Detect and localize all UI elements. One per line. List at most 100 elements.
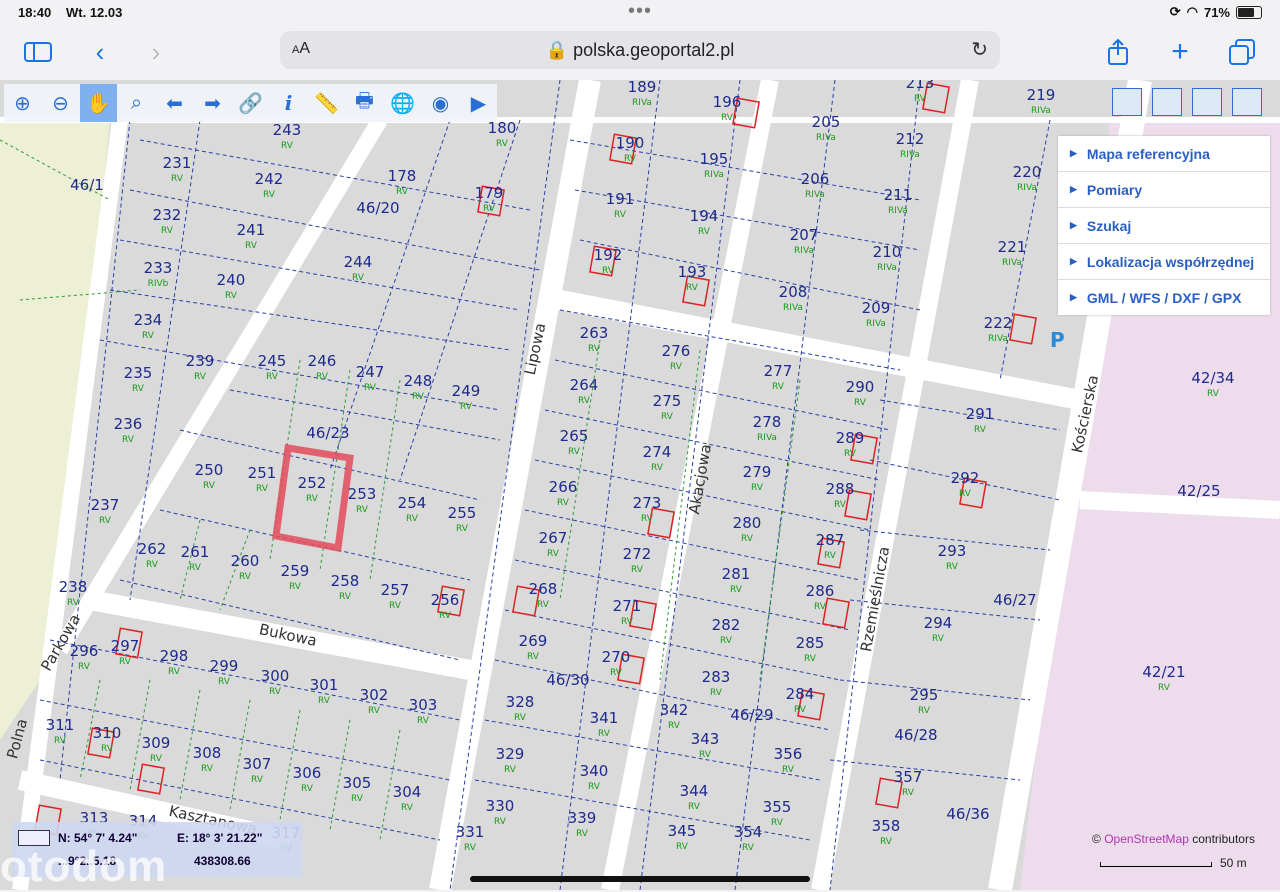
osm-link[interactable]: OpenStreetMap — [1104, 832, 1189, 846]
parcel-number-345[interactable]: 345 — [668, 822, 697, 840]
parcel-number-310[interactable]: 310 — [93, 724, 122, 742]
address-bar[interactable]: AA 🔒 polska.geoportal2.pl ↻ — [280, 31, 1000, 69]
measure-ruler-icon[interactable]: 📏 — [308, 84, 345, 122]
parcel-number-285[interactable]: 285 — [796, 634, 825, 652]
parcel-number-296[interactable]: 296 — [70, 642, 99, 660]
parcel-number-261[interactable]: 261 — [181, 543, 210, 561]
parcel-number-46-30[interactable]: 46/30 — [546, 671, 589, 689]
parcel-number-273[interactable]: 273 — [633, 494, 662, 512]
parcel-number-209[interactable]: 209 — [862, 299, 891, 317]
new-tab-icon[interactable]: + — [1164, 35, 1196, 68]
parcel-number-222[interactable]: 222 — [984, 314, 1013, 332]
parcel-number-295[interactable]: 295 — [910, 686, 939, 704]
home-indicator[interactable] — [470, 876, 810, 882]
layout-right-icon[interactable] — [1232, 88, 1262, 116]
parcel-number-330[interactable]: 330 — [486, 797, 515, 815]
parcel-number-190[interactable]: 190 — [616, 134, 645, 152]
parcel-number-304[interactable]: 304 — [393, 783, 422, 801]
parcel-number-259[interactable]: 259 — [281, 562, 310, 580]
parcel-number-291[interactable]: 291 — [966, 405, 995, 423]
zoom-box-icon[interactable]: ⌕ — [118, 84, 155, 122]
parcel-number-265[interactable]: 265 — [560, 427, 589, 445]
parcel-number-232[interactable]: 232 — [153, 206, 182, 224]
parcel-number-342[interactable]: 342 — [660, 701, 689, 719]
parcel-number-258[interactable]: 258 — [331, 572, 360, 590]
menu-item-szukaj[interactable]: ▶ Szukaj — [1058, 208, 1270, 244]
parcel-number-279[interactable]: 279 — [743, 463, 772, 481]
parcel-number-189[interactable]: 189 — [628, 80, 657, 96]
parcel-number-46-29[interactable]: 46/29 — [730, 706, 773, 724]
parcel-number-179[interactable]: 179 — [475, 184, 504, 202]
parcel-number-246[interactable]: 246 — [308, 352, 337, 370]
reload-icon[interactable]: ↻ — [971, 37, 988, 62]
parcel-number-289[interactable]: 289 — [836, 429, 865, 447]
parcel-number-311[interactable]: 311 — [46, 716, 75, 734]
back-arrow-icon[interactable]: ⬅ — [156, 84, 193, 122]
parcel-number-272[interactable]: 272 — [623, 545, 652, 563]
parcel-number-244[interactable]: 244 — [344, 253, 373, 271]
parcel-number-292[interactable]: 292 — [951, 469, 980, 487]
video-camera-icon[interactable]: ▶ — [460, 84, 497, 122]
parcel-number-234[interactable]: 234 — [134, 311, 163, 329]
parcel-number-283[interactable]: 283 — [702, 668, 731, 686]
parcel-number-264[interactable]: 264 — [570, 376, 599, 394]
map-view[interactable]: 243 RV 180 RV 189 RIVa 196 RV 205 RIVa 212 RIVa 213 R… — [0, 80, 1280, 890]
parcel-number-192[interactable]: 192 — [594, 246, 623, 264]
parcel-number-211[interactable]: 211 — [884, 186, 913, 204]
parcel-number-42-25[interactable]: 42/25 — [1177, 482, 1220, 500]
parcel-number-305[interactable]: 305 — [343, 774, 372, 792]
parcel-number-241[interactable]: 241 — [237, 221, 266, 239]
parcel-number-356[interactable]: 356 — [774, 745, 803, 763]
parcel-number-278[interactable]: 278 — [753, 413, 782, 431]
parcel-number-268[interactable]: 268 — [529, 580, 558, 598]
parcel-number-298[interactable]: 298 — [160, 647, 189, 665]
parcel-number-233[interactable]: 233 — [144, 259, 173, 277]
layout-top-icon[interactable] — [1112, 88, 1142, 116]
parcel-number-242[interactable]: 242 — [255, 170, 284, 188]
parcel-number-282[interactable]: 282 — [712, 616, 741, 634]
parcel-number-46-27[interactable]: 46/27 — [993, 591, 1036, 609]
parcel-number-300[interactable]: 300 — [261, 667, 290, 685]
parcel-number-281[interactable]: 281 — [722, 565, 751, 583]
parcel-number-42-21[interactable]: 42/21 — [1142, 663, 1185, 681]
parcel-number-257[interactable]: 257 — [381, 581, 410, 599]
parcel-number-210[interactable]: 210 — [873, 243, 902, 261]
parcel-number-290[interactable]: 290 — [846, 378, 875, 396]
menu-item-lokalizacja[interactable]: ▶ Lokalizacja współrzędnej — [1058, 244, 1270, 280]
parcel-number-355[interactable]: 355 — [763, 798, 792, 816]
forward-arrow-icon[interactable]: ➡ — [194, 84, 231, 122]
target-icon[interactable]: ◉ — [422, 84, 459, 122]
parcel-number-253[interactable]: 253 — [348, 485, 377, 503]
parcel-number-212[interactable]: 212 — [896, 130, 925, 148]
parcel-number-46-1[interactable]: 46/1 — [70, 176, 104, 194]
parcel-number-251[interactable]: 251 — [248, 464, 277, 482]
parcel-number-341[interactable]: 341 — [590, 709, 619, 727]
menu-item-mapa-referencyjna[interactable]: ▶ Mapa referencyjna — [1058, 136, 1270, 172]
parcel-number-219[interactable]: 219 — [1027, 86, 1056, 104]
parcel-number-301[interactable]: 301 — [310, 676, 339, 694]
parcel-number-208[interactable]: 208 — [779, 283, 808, 301]
parcel-number-252[interactable]: 252 — [298, 474, 327, 492]
share-icon[interactable] — [1102, 36, 1134, 68]
parcel-number-194[interactable]: 194 — [690, 207, 719, 225]
parcel-number-343[interactable]: 343 — [691, 730, 720, 748]
parcel-number-339[interactable]: 339 — [568, 809, 597, 827]
parcel-number-195[interactable]: 195 — [700, 150, 729, 168]
parcel-number-294[interactable]: 294 — [924, 614, 953, 632]
parcel-number-271[interactable]: 271 — [613, 597, 642, 615]
parcel-number-221[interactable]: 221 — [998, 238, 1027, 256]
parcel-number-191[interactable]: 191 — [606, 190, 635, 208]
parcel-number-275[interactable]: 275 — [653, 392, 682, 410]
parcel-number-293[interactable]: 293 — [938, 542, 967, 560]
parcel-number-178[interactable]: 178 — [388, 167, 417, 185]
parcel-number-206[interactable]: 206 — [801, 170, 830, 188]
parcel-number-231[interactable]: 231 — [163, 154, 192, 172]
parcel-number-46-28[interactable]: 46/28 — [894, 726, 937, 744]
parcel-number-46-23[interactable]: 46/23 — [306, 424, 349, 442]
parcel-number-299[interactable]: 299 — [210, 657, 239, 675]
parcel-number-240[interactable]: 240 — [217, 271, 246, 289]
parcel-number-340[interactable]: 340 — [580, 762, 609, 780]
layout-arrow-icon[interactable] — [1192, 88, 1222, 116]
parcel-number-280[interactable]: 280 — [733, 514, 762, 532]
parcel-number-277[interactable]: 277 — [764, 362, 793, 380]
